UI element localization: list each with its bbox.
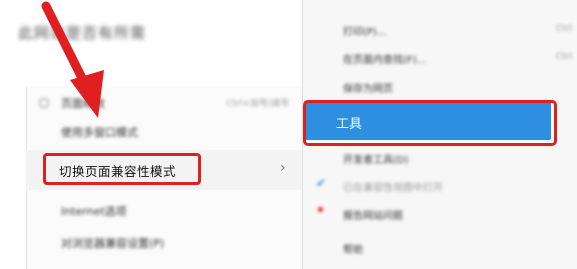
red-arrow-pointer <box>41 1 104 118</box>
